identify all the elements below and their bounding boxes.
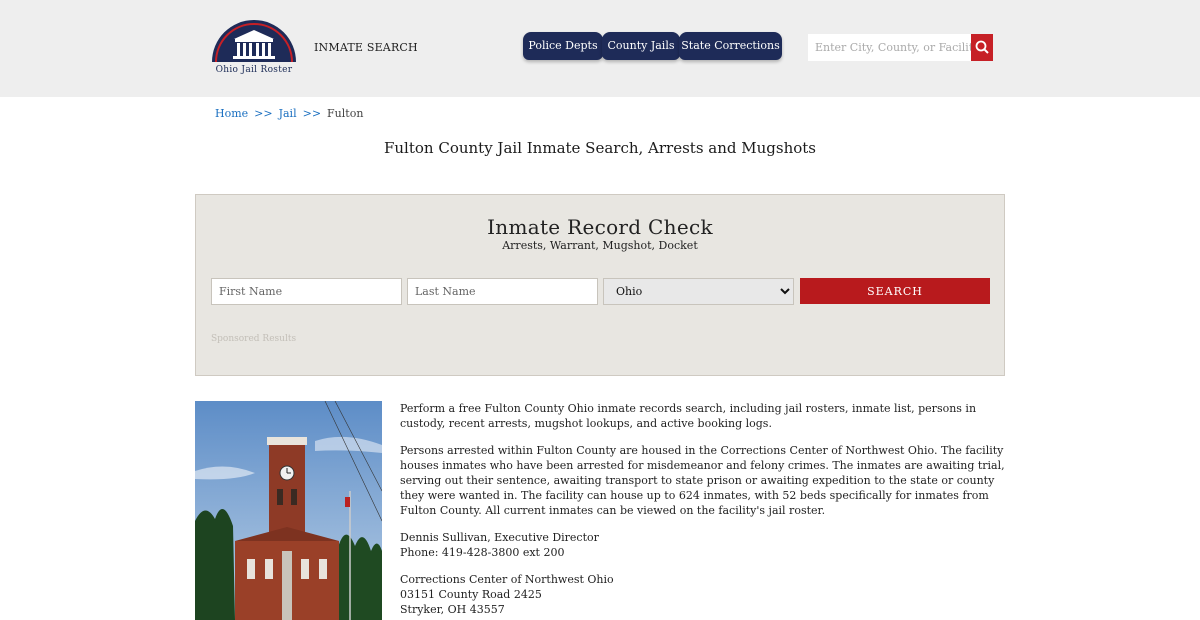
breadcrumb-separator: >> bbox=[302, 107, 322, 120]
facility-name: Corrections Center of Northwest Ohio bbox=[400, 573, 614, 586]
facility-search-input[interactable] bbox=[808, 34, 972, 61]
search-icon bbox=[975, 40, 989, 54]
site-logo[interactable]: Ohio Jail Roster bbox=[208, 18, 300, 78]
nav-tab-county-jails[interactable]: County Jails bbox=[602, 32, 680, 60]
inmate-record-check-panel: Inmate Record Check Arrests, Warrant, Mu… bbox=[195, 194, 1005, 376]
facility-search-button[interactable] bbox=[971, 34, 993, 61]
facility-city: Stryker, OH 43557 bbox=[400, 603, 505, 616]
breadcrumb-current: Fulton bbox=[327, 107, 364, 120]
facility-address: 03151 County Road 2425 bbox=[400, 588, 542, 601]
site-header: Ohio Jail Roster INMATE SEARCH Police De… bbox=[0, 0, 1200, 97]
details-paragraph: Persons arrested within Fulton County ar… bbox=[400, 444, 1005, 517]
breadcrumb: Home >> Jail >> Fulton bbox=[215, 107, 363, 120]
address-block: Corrections Center of Northwest Ohio 031… bbox=[400, 572, 1006, 617]
breadcrumb-home-link[interactable]: Home bbox=[215, 107, 248, 120]
last-name-input[interactable] bbox=[407, 278, 598, 305]
courthouse-logo-icon bbox=[212, 20, 296, 63]
first-name-input[interactable] bbox=[211, 278, 402, 305]
nav-tab-police-depts[interactable]: Police Depts bbox=[523, 32, 603, 60]
page-title: Fulton County Jail Inmate Search, Arrest… bbox=[383, 139, 816, 157]
inmate-search-link[interactable]: INMATE SEARCH bbox=[314, 41, 418, 54]
sponsored-results-label: Sponsored Results bbox=[211, 334, 297, 344]
intro-paragraph: Perform a free Fulton County Ohio inmate… bbox=[400, 402, 977, 430]
panel-title: Inmate Record Check bbox=[487, 215, 713, 239]
contact-block: Dennis Sullivan, Executive Director Phon… bbox=[400, 530, 1006, 560]
breadcrumb-separator: >> bbox=[254, 107, 273, 120]
facility-description: Perform a free Fulton County Ohio inmate… bbox=[400, 401, 1006, 620]
record-search-button[interactable]: SEARCH bbox=[800, 278, 990, 304]
state-select[interactable]: Ohio bbox=[603, 278, 794, 305]
courthouse-photo-image bbox=[195, 401, 382, 620]
breadcrumb-jail-link[interactable]: Jail bbox=[279, 107, 297, 120]
logo-text: Ohio Jail Roster bbox=[215, 65, 293, 75]
contact-name: Dennis Sullivan, Executive Director bbox=[400, 531, 599, 544]
panel-subtitle: Arrests, Warrant, Mugshot, Docket bbox=[502, 239, 698, 252]
nav-tab-state-corrections[interactable]: State Corrections bbox=[679, 32, 782, 60]
contact-phone: Phone: 419-428-3800 ext 200 bbox=[400, 546, 565, 559]
courthouse-photo bbox=[195, 401, 382, 620]
